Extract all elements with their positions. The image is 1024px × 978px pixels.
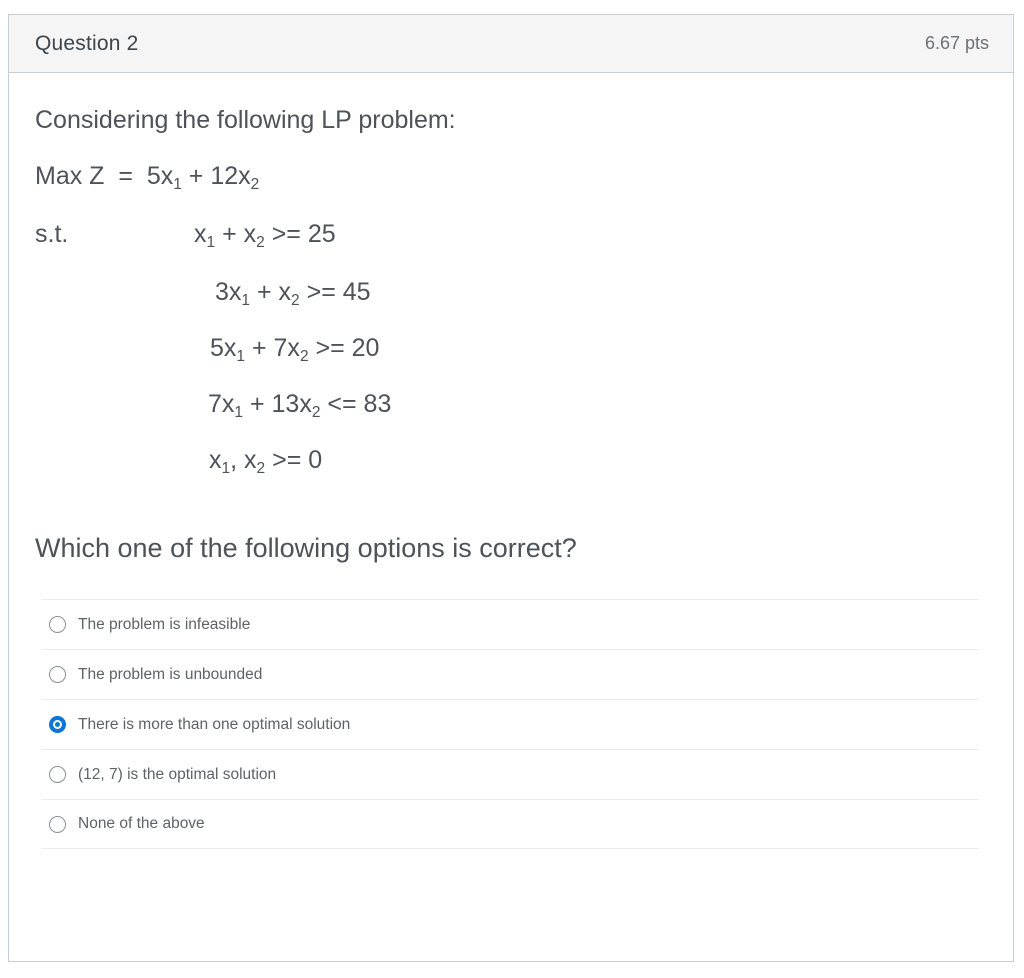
radio-button-icon-4[interactable]: [49, 766, 66, 784]
constraint-3-term-a: 5x: [210, 333, 237, 362]
constraint-1: x1 + x2 >= 25: [194, 219, 336, 251]
constraint-4: 7x1 + 13x2 <= 83: [35, 390, 987, 420]
question-body: Considering the following LP problem: Ma…: [9, 73, 1013, 850]
constraint-3-rhs: >= 20: [308, 333, 380, 362]
subject-to-label: s.t.: [35, 219, 69, 248]
constraint-4-rhs: <= 83: [320, 390, 392, 418]
answer-label-1: The problem is infeasible: [78, 615, 251, 633]
objective-mid: + 12x: [181, 162, 251, 191]
constraint-1-term-b: + x: [215, 219, 257, 248]
answer-label-4: (12, 7) is the optimal solution: [78, 765, 277, 783]
constraint-2-term-a: 3x: [215, 277, 242, 306]
answer-label-3: There is more than one optimal solution: [78, 715, 351, 733]
constraint-5: x1, x2 >= 0: [35, 446, 987, 476]
constraint-5-sub-1: 1: [221, 460, 231, 478]
sub-question-text: Which one of the following options is co…: [35, 532, 577, 563]
radio-button-icon-1[interactable]: [49, 616, 66, 634]
constraint-5-rhs: >= 0: [265, 446, 323, 475]
page-title: Question 2: [35, 31, 139, 55]
constraint-5-sub-2: 2: [256, 460, 266, 478]
question-points: 6.67 pts: [924, 33, 989, 53]
answer-label-5: None of the above: [78, 815, 205, 833]
constraint-3-sub-2: 2: [299, 347, 309, 365]
question-prompt: Considering the following LP problem:: [35, 106, 456, 134]
constraint-2-sub-1: 1: [241, 291, 251, 309]
constraint-4-term-b: + 13x: [243, 390, 312, 418]
constraint-2-sub-2: 2: [291, 291, 300, 309]
answer-option-5[interactable]: None of the above: [42, 799, 979, 850]
objective-prefix: Max Z = 5x: [35, 162, 174, 191]
answer-option-1[interactable]: The problem is infeasible: [42, 599, 979, 649]
constraint-5-term-a: x: [209, 446, 222, 475]
constraint-1-term-a: x: [194, 219, 207, 248]
constraint-3-sub-1: 1: [236, 347, 246, 365]
constraint-4-term-a: 7x: [208, 390, 235, 418]
radio-button-icon-3[interactable]: [49, 716, 66, 734]
answer-option-4[interactable]: (12, 7) is the optimal solution: [42, 749, 979, 799]
constraint-1-sub-1: 1: [206, 233, 216, 251]
constraint-2-rhs: >= 45: [299, 277, 371, 306]
objective-sub-2: 2: [250, 176, 260, 194]
constraint-4-sub-1: 1: [234, 403, 244, 421]
question-card: Question 2 6.67 pts Considering the foll…: [8, 14, 1014, 962]
constraint-1-sub-2: 2: [256, 233, 265, 251]
question-header: Question 2 6.67 pts: [9, 15, 1013, 73]
constraint-1-rhs: >= 25: [264, 219, 336, 248]
radio-button-icon-2[interactable]: [49, 666, 66, 684]
answer-label-2: The problem is unbounded: [78, 665, 263, 683]
radio-button-icon-5[interactable]: [49, 815, 66, 833]
constraint-2-term-b: + x: [250, 277, 292, 306]
answer-option-2[interactable]: The problem is unbounded: [42, 649, 979, 699]
constraint-5-term-b: , x: [230, 446, 257, 475]
objective-sub-1: 1: [173, 176, 182, 194]
objective-function: Max Z = 5x1 + 12x2: [35, 162, 987, 192]
constraint-row-1: s.t. x1 + x2 >= 25: [35, 219, 987, 251]
constraint-3-term-b: + 7x: [245, 333, 300, 362]
constraint-2: 3x1 + x2 >= 45: [35, 277, 987, 309]
answer-option-3[interactable]: There is more than one optimal solution: [42, 699, 979, 749]
constraint-3: 5x1 + 7x2 >= 20: [35, 333, 987, 364]
answer-list: The problem is infeasible The problem is…: [35, 599, 987, 850]
